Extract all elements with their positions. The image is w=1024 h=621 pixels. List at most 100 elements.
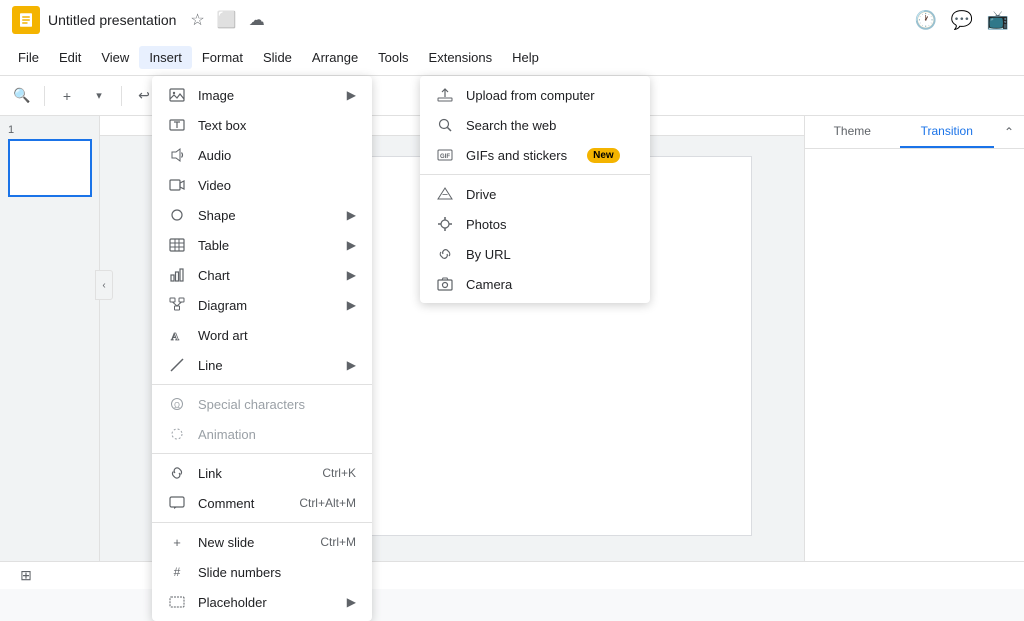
menu-help[interactable]: Help [502, 46, 549, 69]
toolbar-separator-2 [121, 86, 122, 106]
new-badge: New [587, 148, 620, 163]
insert-link-label: Link [198, 466, 222, 481]
insert-chart-label: Chart [198, 268, 230, 283]
insert-animation: Animation [152, 419, 372, 449]
insert-special-chars: Ω Special characters [152, 389, 372, 419]
insert-slide-numbers-label: Slide numbers [198, 565, 281, 580]
insert-placeholder-label: Placeholder [198, 595, 267, 610]
image-gifs-label: GIFs and stickers [466, 148, 567, 163]
collapse-panel-button[interactable]: ‹ [95, 270, 113, 300]
link-icon [168, 464, 186, 482]
insert-new-slide[interactable]: + New slide Ctrl+M [152, 527, 372, 557]
image-search-web-label: Search the web [466, 118, 556, 133]
image-gifs[interactable]: GIF GIFs and stickers New [420, 140, 650, 170]
insert-audio[interactable]: Audio [152, 140, 372, 170]
shape-arrow: ▶ [347, 208, 356, 222]
insert-image[interactable]: Image ▶ [152, 80, 372, 110]
drive-icon [436, 185, 454, 203]
insert-video[interactable]: Video [152, 170, 372, 200]
history-icon[interactable]: 🕐 [912, 6, 940, 34]
right-panel: Theme Transition ⌃ [804, 116, 1024, 589]
right-panel-options[interactable]: ⌃ [994, 116, 1024, 148]
svg-text:GIF: GIF [440, 154, 450, 160]
table-icon [168, 236, 186, 254]
textbox-icon [168, 116, 186, 134]
insert-shape[interactable]: Shape ▶ [152, 200, 372, 230]
insert-audio-label: Audio [198, 148, 231, 163]
insert-animation-label: Animation [198, 427, 256, 442]
image-camera[interactable]: Camera [420, 269, 650, 299]
image-camera-label: Camera [466, 277, 512, 292]
image-search-web[interactable]: Search the web [420, 110, 650, 140]
insert-diagram-label: Diagram [198, 298, 247, 313]
line-icon [168, 356, 186, 374]
insert-comment[interactable]: Comment Ctrl+Alt+M [152, 488, 372, 518]
insert-image-label: Image [198, 88, 234, 103]
image-upload-label: Upload from computer [466, 88, 595, 103]
special-chars-icon: Ω [168, 395, 186, 413]
present-icon[interactable]: 📺 [984, 6, 1012, 34]
image-by-url[interactable]: By URL [420, 239, 650, 269]
title-bar: Untitled presentation ☆ ⬜ ☁ 🕐 💬 📺 [0, 0, 1024, 40]
shape-icon [168, 206, 186, 224]
menu-format[interactable]: Format [192, 46, 253, 69]
insert-chart[interactable]: Chart ▶ [152, 260, 372, 290]
insert-diagram[interactable]: Diagram ▶ [152, 290, 372, 320]
photos-icon [436, 215, 454, 233]
image-drive[interactable]: Drive [420, 179, 650, 209]
image-arrow: ▶ [347, 88, 356, 102]
image-by-url-label: By URL [466, 247, 511, 262]
svg-text:A: A [171, 331, 179, 343]
gif-icon: GIF [436, 146, 454, 164]
insert-slide-numbers[interactable]: # Slide numbers [152, 557, 372, 587]
menu-arrange[interactable]: Arrange [302, 46, 368, 69]
cloud-icon[interactable]: ☁ [249, 10, 265, 30]
insert-table[interactable]: Table ▶ [152, 230, 372, 260]
insert-table-label: Table [198, 238, 229, 253]
insert-link[interactable]: Link Ctrl+K [152, 458, 372, 488]
slide-thumbnail[interactable] [8, 139, 92, 197]
insert-textbox-label: Text box [198, 118, 246, 133]
divider-2 [152, 453, 372, 454]
zoom-in-icon[interactable]: + [53, 82, 81, 110]
word-art-icon: A [168, 326, 186, 344]
chart-icon [168, 266, 186, 284]
menu-tools[interactable]: Tools [368, 46, 418, 69]
image-photos[interactable]: Photos [420, 209, 650, 239]
comment-menu-icon [168, 494, 186, 512]
slide-panel: 1 [0, 116, 100, 589]
insert-new-slide-label: New slide [198, 535, 254, 550]
menu-extensions[interactable]: Extensions [419, 46, 503, 69]
image-upload[interactable]: Upload from computer [420, 80, 650, 110]
grid-view-button[interactable]: ⊞ [12, 562, 40, 590]
slide-numbers-icon: # [168, 563, 186, 581]
new-slide-shortcut: Ctrl+M [320, 535, 356, 549]
menu-edit[interactable]: Edit [49, 46, 91, 69]
table-arrow: ▶ [347, 238, 356, 252]
zoom-dropdown[interactable]: ▾ [85, 82, 113, 110]
diagram-icon [168, 296, 186, 314]
tab-transition[interactable]: Transition [900, 116, 995, 148]
image-drive-label: Drive [466, 187, 496, 202]
insert-placeholder[interactable]: Placeholder ▶ [152, 587, 372, 617]
image-photos-label: Photos [466, 217, 506, 232]
folder-icon[interactable]: ⬜ [217, 10, 237, 30]
menu-slide[interactable]: Slide [253, 46, 302, 69]
app-icon [12, 6, 40, 34]
insert-shape-label: Shape [198, 208, 236, 223]
insert-menu-dropdown: Image ▶ Text box Audio Video Shape ▶ Tab… [152, 76, 372, 621]
chart-arrow: ▶ [347, 268, 356, 282]
insert-line-label: Line [198, 358, 223, 373]
search-icon[interactable]: 🔍 [8, 82, 36, 110]
star-icon[interactable]: ☆ [190, 10, 204, 30]
menu-view[interactable]: View [91, 46, 139, 69]
menu-insert[interactable]: Insert [139, 46, 192, 69]
tab-theme[interactable]: Theme [805, 116, 900, 148]
comment-icon[interactable]: 💬 [948, 6, 976, 34]
camera-icon [436, 275, 454, 293]
menu-file[interactable]: File [8, 46, 49, 69]
insert-comment-label: Comment [198, 496, 254, 511]
insert-word-art[interactable]: A Word art [152, 320, 372, 350]
insert-textbox[interactable]: Text box [152, 110, 372, 140]
insert-line[interactable]: Line ▶ [152, 350, 372, 380]
